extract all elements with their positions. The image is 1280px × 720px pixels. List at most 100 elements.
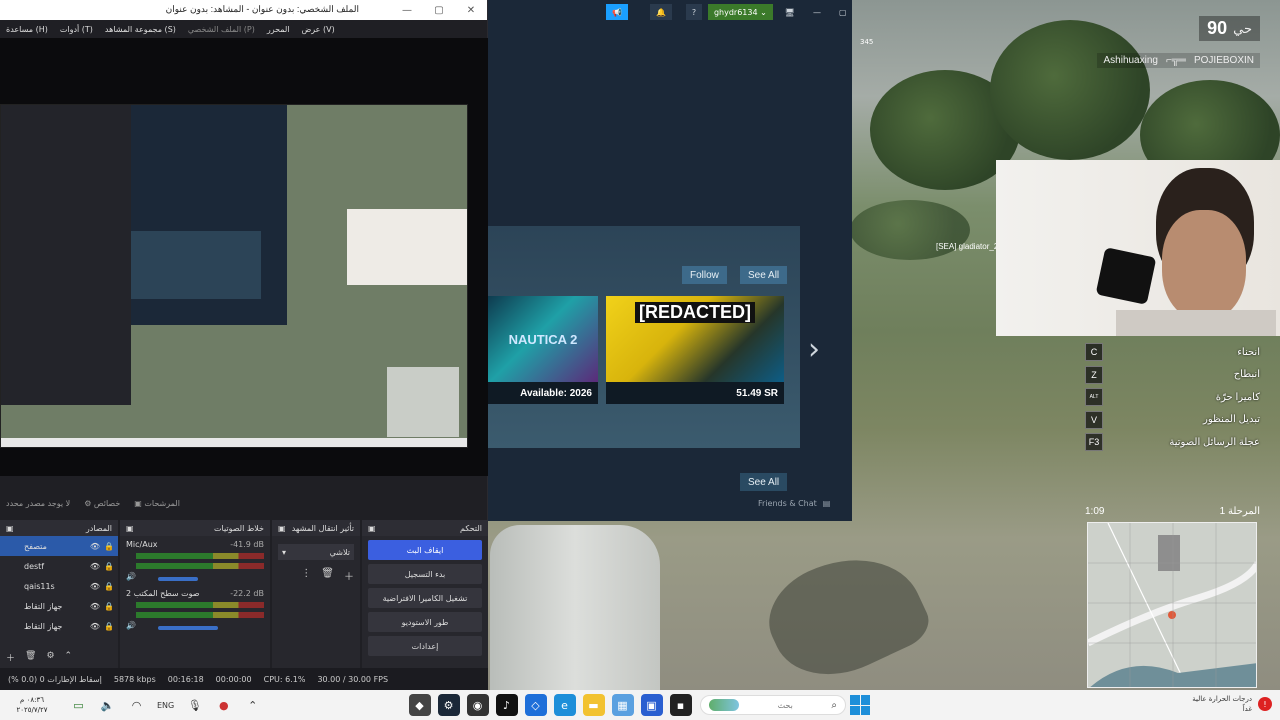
dock-menu-icon[interactable]: ▣ — [126, 524, 134, 533]
stage-label: المرحلة 1 — [1219, 506, 1260, 517]
transition-select[interactable]: ▾ تلاشي — [278, 544, 354, 560]
monitor-icon[interactable]: 🖥 — [779, 4, 801, 20]
source-item[interactable]: جهاز التقاط 👁 🔒 — [0, 596, 118, 616]
lock-icon[interactable]: 🔒 — [104, 622, 114, 631]
add-icon[interactable]: ＋ — [6, 651, 15, 664]
menu-view[interactable]: (V) عرض — [302, 25, 335, 34]
source-label: qais11s — [24, 581, 55, 591]
dock-menu-icon[interactable]: ▣ — [6, 524, 14, 533]
obs-icon[interactable]: ◉ — [466, 694, 489, 716]
eye-icon[interactable]: 👁 — [90, 622, 100, 631]
menu-docks[interactable]: المحرر — [267, 25, 290, 34]
tiktok-icon[interactable]: ♪ — [495, 694, 518, 716]
lock-icon[interactable]: 🔒 — [104, 562, 114, 571]
minimize-icon[interactable]: — — [807, 4, 827, 20]
eye-icon[interactable]: 👁 — [90, 542, 100, 551]
properties-button[interactable]: ⚙ خصائص — [84, 499, 120, 508]
wifi-icon[interactable]: ◠ — [126, 694, 148, 716]
clock[interactable]: ٠٨:٣٦ م ٢٠٢٥/٧/٢٧ — [0, 695, 64, 715]
source-item[interactable]: جهاز التقاط 👁 🔒 — [0, 616, 118, 636]
edge-icon[interactable]: e — [553, 694, 576, 716]
gear-icon[interactable]: ⚙ — [46, 651, 54, 664]
copilot-icon[interactable]: ◇ — [524, 694, 547, 716]
lock-icon[interactable]: 🔒 — [104, 542, 114, 551]
studio-mode-button[interactable]: طور الاستوديو — [368, 612, 482, 632]
obs-preview[interactable] — [0, 38, 488, 476]
bell-icon[interactable]: 🔔 — [649, 4, 672, 20]
volume-icon[interactable]: 🔈 — [97, 694, 119, 716]
carousel-next-icon[interactable]: › — [808, 332, 820, 367]
virtual-camera-button[interactable]: تشغيل الكاميرا الافتراضية — [368, 588, 482, 608]
help-icon[interactable]: ? — [685, 4, 702, 20]
username: ghydr6134 — [713, 7, 758, 17]
follow-button[interactable]: Follow — [682, 266, 727, 284]
settings-button[interactable]: إعدادات — [368, 636, 482, 656]
eye-icon[interactable]: 👁 — [90, 602, 100, 611]
steam-icon[interactable]: ⚙ — [437, 694, 460, 716]
windows-start-icon[interactable] — [850, 695, 870, 715]
chevron-up-icon[interactable]: ⌃ — [242, 694, 264, 716]
see-all-button[interactable]: See All — [740, 473, 788, 491]
store-icon[interactable]: ▣ — [640, 694, 663, 716]
alive-label: حي — [1233, 20, 1252, 36]
obs-tray-icon[interactable]: ● — [213, 694, 235, 716]
audio-mixer-dock: ▣ خلاط الصوتيات Mic/Aux -41.9 dB 🔊 صوت سطح… — [120, 520, 270, 668]
folder-icon[interactable]: ▬ — [582, 694, 605, 716]
minimize-icon[interactable]: — — [391, 0, 423, 20]
language-indicator[interactable]: ENG — [157, 701, 174, 710]
maximize-icon[interactable]: ▢ — [833, 4, 852, 20]
key-label: عجلة الرسائل الصوتية — [1169, 436, 1260, 448]
chevron-down-icon: ▾ — [282, 547, 287, 557]
see-all-button[interactable]: See All — [740, 266, 788, 284]
source-item[interactable]: destf 👁 🔒 — [0, 556, 118, 576]
eye-icon[interactable]: 👁 — [90, 562, 100, 571]
account-menu[interactable]: ghydr6134 ⌄ — [707, 4, 773, 20]
game-capsule[interactable]: NAUTICA 2 Available: 2026 — [488, 296, 598, 404]
battery-icon[interactable]: ▭ — [68, 694, 90, 716]
dock-menu-icon[interactable]: ▣ — [278, 524, 286, 533]
eye-icon[interactable]: 👁 — [90, 582, 100, 591]
friends-chat-button[interactable]: Friends & Chat ▤ — [758, 499, 830, 508]
key-label: كاميرا حرّة — [1215, 391, 1260, 403]
speaker-icon[interactable]: 🔊 — [126, 621, 136, 630]
weather-widget[interactable]: درجات الحرارة عالية غداً ! — [1192, 694, 1272, 714]
maximize-icon[interactable]: ▢ — [423, 0, 455, 20]
dock-menu-icon[interactable]: ▣ — [368, 524, 376, 533]
speaker-icon[interactable]: 🔊 — [126, 572, 136, 581]
game-app-icon[interactable]: ◆ — [408, 694, 431, 716]
key-cap: C — [1085, 343, 1103, 362]
add-icon[interactable]: ＋ — [344, 568, 354, 583]
steam-window[interactable]: 📢 🔔 ? ghydr6134 ⌄ 🖥 — ▢ ✕ Follow See All… — [488, 0, 852, 521]
source-item[interactable]: qais11s 👁 🔒 — [0, 576, 118, 596]
chevron-up-icon[interactable]: ⌃ — [65, 651, 73, 664]
start-recording-button[interactable]: بدء التسجيل — [368, 564, 482, 584]
game-capsule[interactable]: [REDACTED] 51.49 SR — [606, 296, 784, 404]
menu-scene-collection[interactable]: (S) مجموعة المشاهد — [105, 25, 176, 34]
trash-icon[interactable]: 🗑 — [321, 568, 334, 583]
lock-icon[interactable]: 🔒 — [104, 602, 114, 611]
game-price: 51.49 SR — [736, 387, 778, 399]
pinned-apps: ◆ ⚙ ◉ ♪ ◇ e ▬ ▦ ▣ ▪ — [405, 694, 695, 716]
channel-name: صوت سطح المكتب 2 — [126, 589, 200, 598]
source-label: متصفح — [24, 541, 47, 551]
terminal-icon[interactable]: ▪ — [669, 694, 692, 716]
photos-icon[interactable]: ▦ — [611, 694, 634, 716]
menu-profile[interactable]: (P) الملف الشخصي — [188, 25, 255, 34]
megaphone-icon[interactable]: 📢 — [606, 4, 628, 20]
close-icon[interactable]: ✕ — [455, 0, 487, 20]
menu-help[interactable]: (H) مساعدة — [6, 25, 48, 34]
stop-stream-button[interactable]: ايقاف البث — [368, 540, 482, 560]
source-item[interactable]: متصفح 👁 🔒 — [0, 536, 118, 556]
channel-db: -22.2 dB — [230, 589, 264, 598]
face — [1162, 210, 1246, 320]
lock-icon[interactable]: 🔒 — [104, 582, 114, 591]
more-icon[interactable]: ⋮ — [301, 568, 311, 583]
obs-window[interactable]: الملف الشخصي: بدون عنوان - المشاهد: بدون… — [0, 0, 488, 690]
trash-icon[interactable]: 🗑 — [25, 651, 36, 664]
filters-button[interactable]: ▣ المرشحات — [134, 499, 180, 508]
search-box[interactable]: بحث ⌕ — [700, 695, 846, 715]
menu-tools[interactable]: (T) أدوات — [60, 25, 93, 34]
mic-icon[interactable]: 🎙 — [184, 694, 206, 716]
volume-slider[interactable] — [157, 626, 218, 630]
volume-slider[interactable] — [157, 577, 198, 581]
